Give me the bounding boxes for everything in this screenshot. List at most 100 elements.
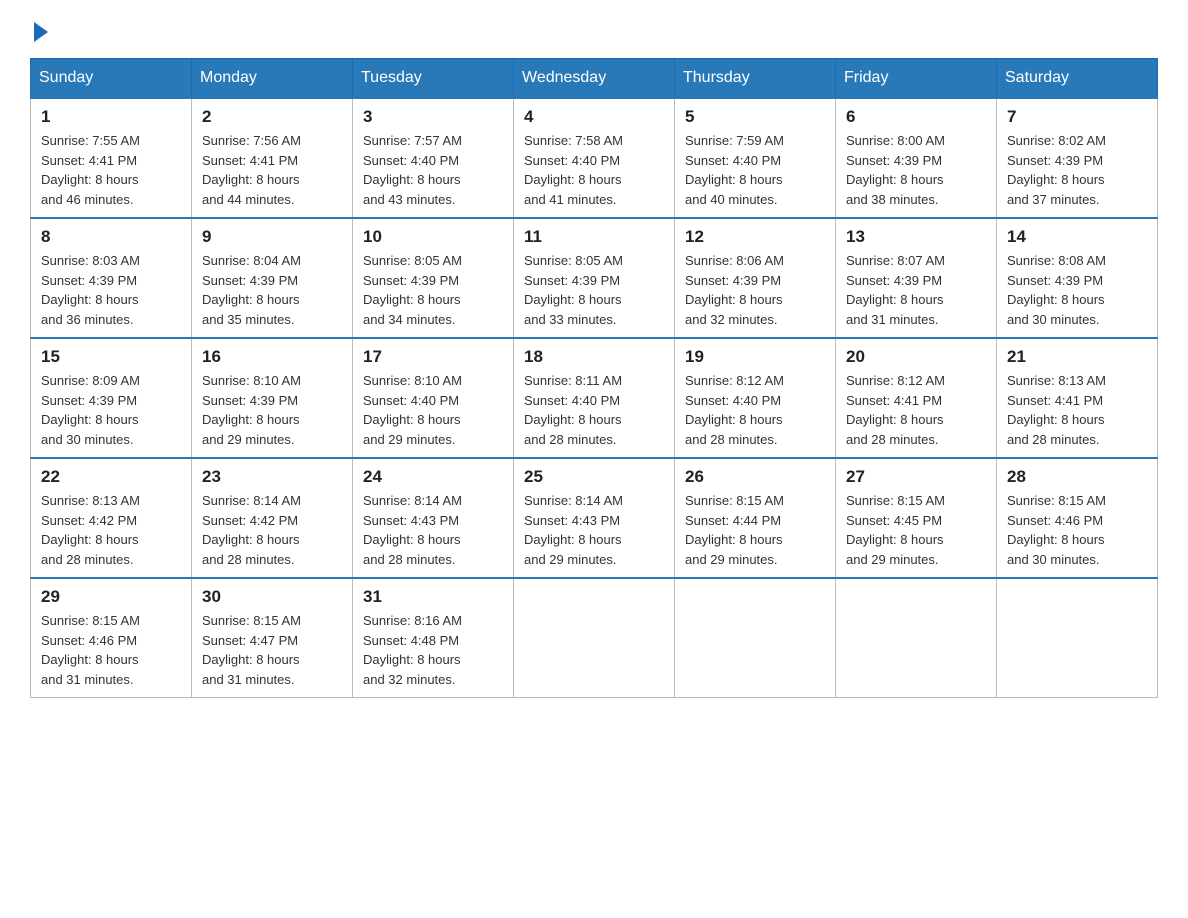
col-header-tuesday: Tuesday — [353, 59, 514, 99]
calendar-cell: 26 Sunrise: 8:15 AM Sunset: 4:44 PM Dayl… — [675, 458, 836, 578]
day-number: 2 — [202, 107, 342, 127]
col-header-saturday: Saturday — [997, 59, 1158, 99]
week-row-5: 29 Sunrise: 8:15 AM Sunset: 4:46 PM Dayl… — [31, 578, 1158, 698]
calendar-cell: 7 Sunrise: 8:02 AM Sunset: 4:39 PM Dayli… — [997, 98, 1158, 218]
calendar-cell: 2 Sunrise: 7:56 AM Sunset: 4:41 PM Dayli… — [192, 98, 353, 218]
week-row-2: 8 Sunrise: 8:03 AM Sunset: 4:39 PM Dayli… — [31, 218, 1158, 338]
calendar-cell — [997, 578, 1158, 698]
week-row-4: 22 Sunrise: 8:13 AM Sunset: 4:42 PM Dayl… — [31, 458, 1158, 578]
day-number: 13 — [846, 227, 986, 247]
calendar-cell — [836, 578, 997, 698]
calendar-cell: 27 Sunrise: 8:15 AM Sunset: 4:45 PM Dayl… — [836, 458, 997, 578]
calendar-cell: 8 Sunrise: 8:03 AM Sunset: 4:39 PM Dayli… — [31, 218, 192, 338]
day-info: Sunrise: 8:13 AM Sunset: 4:41 PM Dayligh… — [1007, 371, 1147, 449]
day-number: 19 — [685, 347, 825, 367]
day-number: 18 — [524, 347, 664, 367]
day-info: Sunrise: 7:57 AM Sunset: 4:40 PM Dayligh… — [363, 131, 503, 209]
calendar-cell: 3 Sunrise: 7:57 AM Sunset: 4:40 PM Dayli… — [353, 98, 514, 218]
day-info: Sunrise: 8:14 AM Sunset: 4:42 PM Dayligh… — [202, 491, 342, 569]
day-number: 17 — [363, 347, 503, 367]
calendar-cell: 5 Sunrise: 7:59 AM Sunset: 4:40 PM Dayli… — [675, 98, 836, 218]
calendar-cell: 14 Sunrise: 8:08 AM Sunset: 4:39 PM Dayl… — [997, 218, 1158, 338]
col-header-sunday: Sunday — [31, 59, 192, 99]
day-info: Sunrise: 7:59 AM Sunset: 4:40 PM Dayligh… — [685, 131, 825, 209]
day-info: Sunrise: 8:02 AM Sunset: 4:39 PM Dayligh… — [1007, 131, 1147, 209]
calendar-cell: 29 Sunrise: 8:15 AM Sunset: 4:46 PM Dayl… — [31, 578, 192, 698]
day-number: 16 — [202, 347, 342, 367]
day-info: Sunrise: 8:11 AM Sunset: 4:40 PM Dayligh… — [524, 371, 664, 449]
day-info: Sunrise: 8:10 AM Sunset: 4:39 PM Dayligh… — [202, 371, 342, 449]
col-header-friday: Friday — [836, 59, 997, 99]
day-info: Sunrise: 8:07 AM Sunset: 4:39 PM Dayligh… — [846, 251, 986, 329]
day-info: Sunrise: 8:14 AM Sunset: 4:43 PM Dayligh… — [524, 491, 664, 569]
page-header — [30, 20, 1158, 38]
calendar-cell: 12 Sunrise: 8:06 AM Sunset: 4:39 PM Dayl… — [675, 218, 836, 338]
calendar-cell — [514, 578, 675, 698]
day-info: Sunrise: 7:56 AM Sunset: 4:41 PM Dayligh… — [202, 131, 342, 209]
day-info: Sunrise: 8:04 AM Sunset: 4:39 PM Dayligh… — [202, 251, 342, 329]
col-header-thursday: Thursday — [675, 59, 836, 99]
day-number: 1 — [41, 107, 181, 127]
day-number: 9 — [202, 227, 342, 247]
day-number: 11 — [524, 227, 664, 247]
calendar-cell — [675, 578, 836, 698]
calendar-cell: 23 Sunrise: 8:14 AM Sunset: 4:42 PM Dayl… — [192, 458, 353, 578]
day-number: 7 — [1007, 107, 1147, 127]
calendar-cell: 13 Sunrise: 8:07 AM Sunset: 4:39 PM Dayl… — [836, 218, 997, 338]
calendar-cell: 15 Sunrise: 8:09 AM Sunset: 4:39 PM Dayl… — [31, 338, 192, 458]
col-header-wednesday: Wednesday — [514, 59, 675, 99]
day-info: Sunrise: 8:10 AM Sunset: 4:40 PM Dayligh… — [363, 371, 503, 449]
calendar-cell: 20 Sunrise: 8:12 AM Sunset: 4:41 PM Dayl… — [836, 338, 997, 458]
day-info: Sunrise: 8:15 AM Sunset: 4:46 PM Dayligh… — [41, 611, 181, 689]
day-info: Sunrise: 8:15 AM Sunset: 4:45 PM Dayligh… — [846, 491, 986, 569]
calendar-cell: 31 Sunrise: 8:16 AM Sunset: 4:48 PM Dayl… — [353, 578, 514, 698]
day-info: Sunrise: 8:15 AM Sunset: 4:46 PM Dayligh… — [1007, 491, 1147, 569]
day-info: Sunrise: 8:12 AM Sunset: 4:41 PM Dayligh… — [846, 371, 986, 449]
day-info: Sunrise: 7:55 AM Sunset: 4:41 PM Dayligh… — [41, 131, 181, 209]
day-info: Sunrise: 8:05 AM Sunset: 4:39 PM Dayligh… — [524, 251, 664, 329]
day-info: Sunrise: 8:15 AM Sunset: 4:47 PM Dayligh… — [202, 611, 342, 689]
day-info: Sunrise: 8:15 AM Sunset: 4:44 PM Dayligh… — [685, 491, 825, 569]
calendar-header-row: SundayMondayTuesdayWednesdayThursdayFrid… — [31, 59, 1158, 99]
calendar-cell: 11 Sunrise: 8:05 AM Sunset: 4:39 PM Dayl… — [514, 218, 675, 338]
day-number: 23 — [202, 467, 342, 487]
day-number: 15 — [41, 347, 181, 367]
day-number: 20 — [846, 347, 986, 367]
calendar-cell: 25 Sunrise: 8:14 AM Sunset: 4:43 PM Dayl… — [514, 458, 675, 578]
logo-arrow-icon — [34, 22, 48, 42]
day-info: Sunrise: 8:08 AM Sunset: 4:39 PM Dayligh… — [1007, 251, 1147, 329]
calendar-cell: 22 Sunrise: 8:13 AM Sunset: 4:42 PM Dayl… — [31, 458, 192, 578]
calendar-cell: 19 Sunrise: 8:12 AM Sunset: 4:40 PM Dayl… — [675, 338, 836, 458]
calendar-cell: 17 Sunrise: 8:10 AM Sunset: 4:40 PM Dayl… — [353, 338, 514, 458]
day-info: Sunrise: 8:14 AM Sunset: 4:43 PM Dayligh… — [363, 491, 503, 569]
calendar-cell: 6 Sunrise: 8:00 AM Sunset: 4:39 PM Dayli… — [836, 98, 997, 218]
calendar-cell: 18 Sunrise: 8:11 AM Sunset: 4:40 PM Dayl… — [514, 338, 675, 458]
calendar-cell: 24 Sunrise: 8:14 AM Sunset: 4:43 PM Dayl… — [353, 458, 514, 578]
day-info: Sunrise: 8:09 AM Sunset: 4:39 PM Dayligh… — [41, 371, 181, 449]
day-number: 5 — [685, 107, 825, 127]
calendar-cell: 9 Sunrise: 8:04 AM Sunset: 4:39 PM Dayli… — [192, 218, 353, 338]
day-info: Sunrise: 8:05 AM Sunset: 4:39 PM Dayligh… — [363, 251, 503, 329]
day-number: 24 — [363, 467, 503, 487]
col-header-monday: Monday — [192, 59, 353, 99]
day-info: Sunrise: 8:16 AM Sunset: 4:48 PM Dayligh… — [363, 611, 503, 689]
week-row-1: 1 Sunrise: 7:55 AM Sunset: 4:41 PM Dayli… — [31, 98, 1158, 218]
day-number: 30 — [202, 587, 342, 607]
day-info: Sunrise: 8:06 AM Sunset: 4:39 PM Dayligh… — [685, 251, 825, 329]
calendar-cell: 10 Sunrise: 8:05 AM Sunset: 4:39 PM Dayl… — [353, 218, 514, 338]
day-number: 25 — [524, 467, 664, 487]
day-info: Sunrise: 8:13 AM Sunset: 4:42 PM Dayligh… — [41, 491, 181, 569]
calendar-cell: 1 Sunrise: 7:55 AM Sunset: 4:41 PM Dayli… — [31, 98, 192, 218]
day-number: 27 — [846, 467, 986, 487]
day-number: 3 — [363, 107, 503, 127]
day-number: 8 — [41, 227, 181, 247]
day-number: 4 — [524, 107, 664, 127]
day-info: Sunrise: 7:58 AM Sunset: 4:40 PM Dayligh… — [524, 131, 664, 209]
calendar-cell: 30 Sunrise: 8:15 AM Sunset: 4:47 PM Dayl… — [192, 578, 353, 698]
day-info: Sunrise: 8:12 AM Sunset: 4:40 PM Dayligh… — [685, 371, 825, 449]
calendar-cell: 4 Sunrise: 7:58 AM Sunset: 4:40 PM Dayli… — [514, 98, 675, 218]
day-number: 22 — [41, 467, 181, 487]
day-info: Sunrise: 8:00 AM Sunset: 4:39 PM Dayligh… — [846, 131, 986, 209]
day-number: 6 — [846, 107, 986, 127]
day-number: 28 — [1007, 467, 1147, 487]
